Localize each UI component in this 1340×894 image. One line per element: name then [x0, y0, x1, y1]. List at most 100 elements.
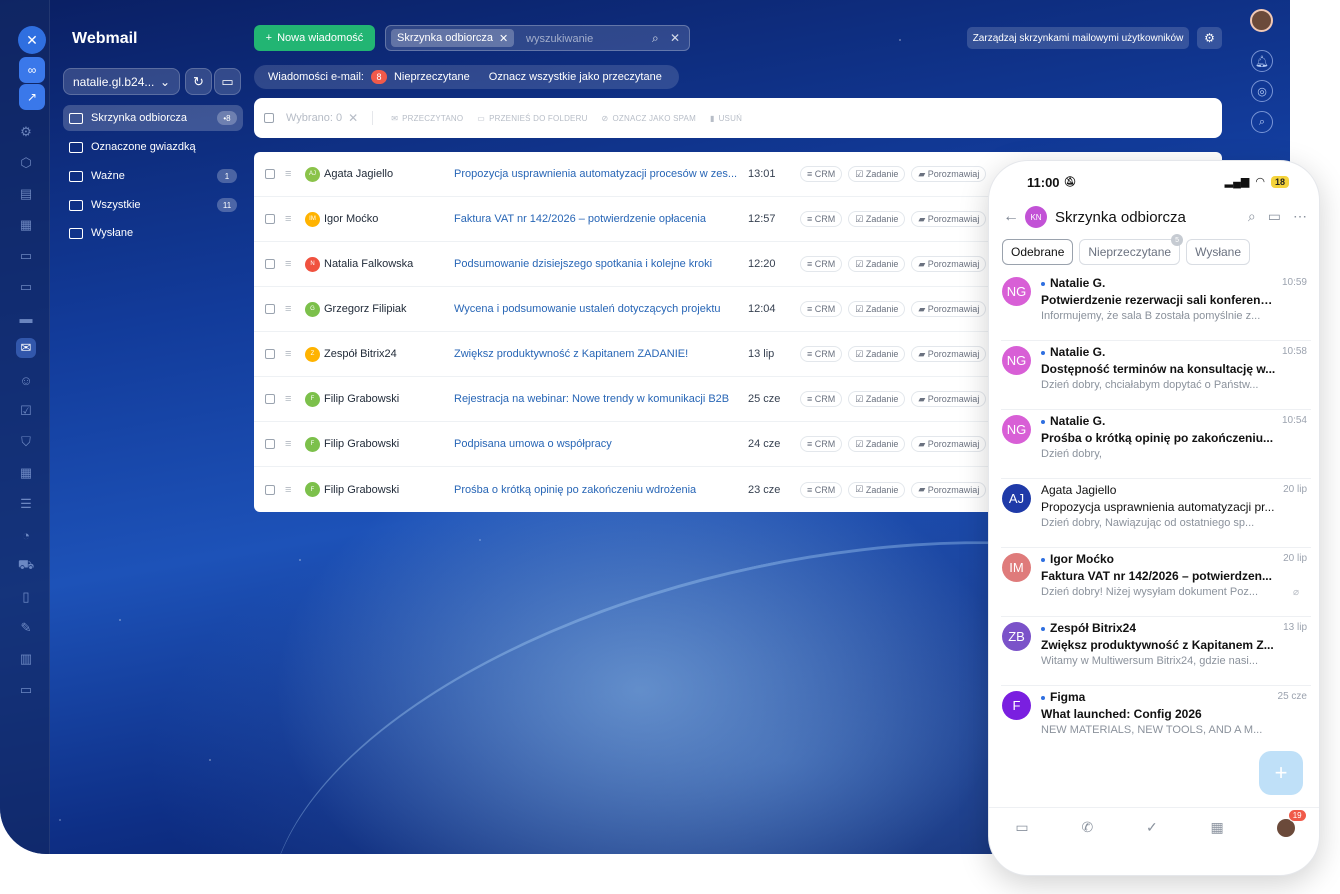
tab-received[interactable]: Odebrane — [1002, 239, 1074, 265]
mobile-message[interactable]: IM Igor Moćko 20 lip Faktura VAT nr 142/… — [1001, 549, 1311, 617]
cart-icon[interactable]: ⛟ — [16, 556, 36, 576]
chat-tag[interactable]: ▰ Porozmawiaj — [911, 481, 987, 498]
document-icon[interactable]: ▭ — [16, 246, 36, 266]
email-subject[interactable]: Prośba o krótką opinię po zakończeniu wd… — [454, 484, 744, 496]
row-checkbox[interactable] — [265, 349, 275, 359]
mobile-message[interactable]: AJ Agata Jagiello 20 lip Propozycja uspr… — [1001, 480, 1311, 548]
chat-tag[interactable]: ▰ Porozmawiaj — [911, 211, 987, 227]
contacts-icon[interactable]: ☺ — [16, 370, 36, 390]
clear-icon[interactable]: ✕ — [670, 31, 680, 45]
mobile-message[interactable]: ZB Zespół Bitrix24 13 lip Zwiększ produk… — [1001, 618, 1311, 686]
mobile-message[interactable]: NG Natalie G. 10:58 Dostępność terminów … — [1001, 342, 1311, 410]
folder-icon[interactable]: ▭ — [1268, 208, 1281, 225]
calendar-icon[interactable]: ▦ — [16, 215, 36, 235]
tab-unread[interactable]: Nieprzeczytane 5 — [1079, 234, 1184, 265]
close-icon[interactable]: ✕ — [18, 26, 46, 54]
manage-mailboxes-button[interactable]: Zarządzaj skrzynkami mailowymi użytkowni… — [967, 27, 1189, 49]
folder-important[interactable]: Ważne 1 — [63, 163, 243, 189]
task-tag[interactable]: ☑ Zadanie — [848, 166, 906, 182]
drag-handle-icon[interactable]: ≡ — [285, 168, 295, 180]
more-icon[interactable]: ⋯ — [1293, 208, 1307, 225]
drag-handle-icon[interactable]: ≡ — [285, 393, 295, 405]
row-checkbox[interactable] — [265, 439, 275, 449]
mobile-message[interactable]: NG Natalie G. 10:54 Prośba o krótką opin… — [1001, 411, 1311, 479]
task-tag[interactable]: ☑ Zadanie — [848, 256, 906, 272]
chat-tag[interactable]: ▰ Porozmawiaj — [911, 346, 987, 362]
row-checkbox[interactable] — [265, 484, 275, 495]
folder-sent[interactable]: Wysłane — [63, 220, 243, 246]
drag-handle-icon[interactable]: ≡ — [285, 438, 295, 450]
chat-tag[interactable]: ▰ Porozmawiaj — [911, 436, 987, 452]
mobile-message[interactable]: NG Natalie G. 10:59 Potwierdzenie rezerw… — [1001, 273, 1311, 341]
email-subject[interactable]: Podpisana umowa o współpracy — [454, 438, 744, 450]
chat-tag[interactable]: ▰ Porozmawiaj — [911, 301, 987, 317]
email-subject[interactable]: Wycena i podsumowanie ustaleń dotyczącyc… — [454, 303, 744, 315]
crm-tag[interactable]: ≡ CRM — [800, 211, 843, 227]
chip-close-icon[interactable]: ✕ — [499, 32, 508, 45]
select-all-checkbox[interactable] — [264, 113, 274, 123]
crm-tag[interactable]: ≡ CRM — [800, 436, 843, 452]
email-subject[interactable]: Faktura VAT nr 142/2026 – potwierdzenie … — [454, 213, 744, 225]
crm-tag[interactable]: ≡ CRM — [800, 346, 843, 362]
drag-handle-icon[interactable]: ≡ — [285, 213, 295, 225]
mark-read-action[interactable]: ✉ Przeczytano — [391, 114, 463, 123]
drag-handle-icon[interactable]: ≡ — [285, 484, 295, 496]
drag-handle-icon[interactable]: ≡ — [285, 258, 295, 270]
account-select[interactable]: natalie.gl.b24... ⌄ — [63, 68, 180, 95]
check-circle-icon[interactable]: ✓ — [1146, 819, 1158, 836]
mobile-message[interactable]: F Figma 25 cze What launched: Config 202… — [1001, 687, 1311, 755]
folder-all[interactable]: Wszystkie 11 — [63, 192, 243, 218]
profile-avatar[interactable]: 19 — [1276, 808, 1307, 837]
drag-handle-icon[interactable]: ≡ — [285, 303, 295, 315]
bell-icon[interactable]: 🔔︎ — [1251, 50, 1273, 72]
settings-icon[interactable]: ⚙ — [16, 122, 36, 142]
search-icon[interactable]: ⌕ — [1248, 208, 1256, 225]
chart-icon[interactable]: ▥ — [16, 649, 36, 669]
link-icon[interactable]: ∞ — [19, 57, 45, 83]
clear-selection-icon[interactable]: ✕ — [348, 111, 358, 125]
row-checkbox[interactable] — [265, 214, 275, 224]
tasks-icon[interactable]: ☑ — [16, 401, 36, 421]
mail-icon[interactable]: ✉ — [16, 338, 36, 358]
row-checkbox[interactable] — [265, 304, 275, 314]
user-avatar[interactable] — [1250, 9, 1273, 32]
task-tag[interactable]: ☑ Zadanie — [848, 211, 906, 227]
book-icon[interactable]: ▤ — [16, 184, 36, 204]
chats-icon[interactable]: ▭ — [1015, 819, 1028, 836]
calendar-icon[interactable]: ▦ — [1211, 819, 1224, 836]
avatar[interactable]: KN — [1025, 206, 1047, 228]
pen-icon[interactable]: ✎ — [16, 618, 36, 638]
refresh-button[interactable]: ↻ — [185, 68, 212, 95]
file-icon[interactable]: ▯ — [16, 587, 36, 607]
folder-starred[interactable]: Oznaczone gwiazdką — [63, 134, 243, 160]
phone-icon[interactable]: ✆ — [1081, 819, 1093, 836]
row-checkbox[interactable] — [265, 394, 275, 404]
screen-icon[interactable]: ▭ — [16, 277, 36, 297]
search-input[interactable] — [526, 30, 646, 47]
filter-icon[interactable]: ⛉ — [16, 432, 36, 452]
email-subject[interactable]: Zwiększ produktywność z Kapitanem ZADANI… — [454, 348, 744, 360]
chat-tag[interactable]: ▰ Porozmawiaj — [911, 391, 987, 407]
chat-tag[interactable]: ▰ Porozmawiaj — [911, 166, 987, 182]
search-box[interactable]: Skrzynka odbiorcza ✕ ⌕ ✕ — [385, 25, 690, 51]
crm-tag[interactable]: ≡ CRM — [800, 481, 843, 498]
task-tag[interactable]: ☑ Zadanie — [848, 301, 906, 317]
tab-sent[interactable]: Wysłane — [1186, 239, 1251, 265]
analytics-icon[interactable]: ◔ — [16, 525, 36, 545]
unread-filter-link[interactable]: Nieprzeczytane — [394, 71, 470, 83]
external-link-icon[interactable]: ↗ — [19, 84, 45, 110]
folder-inbox[interactable]: Skrzynka odbiorcza •8 — [63, 105, 243, 131]
drag-handle-icon[interactable]: ≡ — [285, 348, 295, 360]
crm-tag[interactable]: ≡ CRM — [800, 256, 843, 272]
task-tag[interactable]: ☑ Zadanie — [848, 481, 906, 498]
email-subject[interactable]: Propozycja usprawnienia automatyzacji pr… — [454, 168, 744, 180]
mark-all-read-link[interactable]: Oznacz wszystkie jako przeczytane — [489, 71, 662, 83]
spam-action[interactable]: ⊘ Oznacz jako spam — [602, 114, 696, 123]
terminal-icon[interactable]: ▭ — [16, 680, 36, 700]
chat-tag[interactable]: ▰ Porozmawiaj — [911, 256, 987, 272]
task-tag[interactable]: ☑ Zadanie — [848, 391, 906, 407]
compose-button[interactable]: + — [1259, 751, 1303, 795]
task-tag[interactable]: ☑ Zadanie — [848, 346, 906, 362]
hexagon-icon[interactable]: ⬡ — [16, 153, 36, 173]
ai-icon[interactable]: ◎ — [1251, 80, 1273, 102]
